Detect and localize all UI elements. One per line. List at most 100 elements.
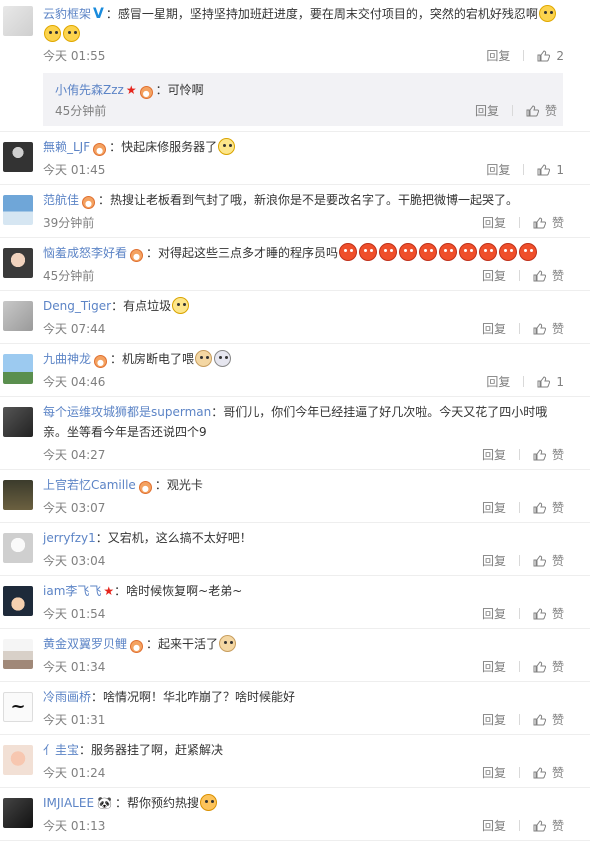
avatar[interactable] xyxy=(3,586,33,616)
username[interactable]: 上官若忆Camille xyxy=(43,478,136,492)
like-count[interactable]: 赞 xyxy=(552,269,564,283)
reply-button[interactable]: 回复 xyxy=(482,269,506,283)
comment-text: 机房断电了喂 xyxy=(122,352,195,366)
thumbs-up-icon[interactable] xyxy=(533,217,546,229)
avatar[interactable] xyxy=(3,798,33,828)
thumbs-up-icon[interactable] xyxy=(533,820,546,832)
avatar[interactable] xyxy=(3,745,33,775)
like-count[interactable]: 赞 xyxy=(552,322,564,336)
avatar[interactable] xyxy=(3,301,33,331)
thumbs-up-icon[interactable] xyxy=(533,502,546,514)
avatar[interactable] xyxy=(3,354,33,384)
username[interactable]: 九曲神龙 xyxy=(43,352,91,366)
thumbs-up-icon[interactable] xyxy=(533,661,546,673)
angry-emoji-icon xyxy=(439,243,458,261)
like-count[interactable]: 赞 xyxy=(552,554,564,568)
reply-button[interactable]: 回复 xyxy=(482,501,506,515)
avatar[interactable] xyxy=(3,142,33,172)
username[interactable]: IMJIALEE xyxy=(43,796,94,810)
avatar[interactable] xyxy=(3,195,33,225)
comment-text: 啥时候恢复啊~老弟~ xyxy=(126,584,243,598)
avatar[interactable] xyxy=(3,639,33,669)
reply-button[interactable]: 回复 xyxy=(482,322,506,336)
thumbs-up-icon[interactable] xyxy=(537,376,551,388)
like-count[interactable]: 赞 xyxy=(552,607,564,621)
avatar[interactable] xyxy=(3,407,33,437)
reply-button[interactable]: 回复 xyxy=(482,216,506,230)
username[interactable]: Deng_Tiger xyxy=(43,299,111,313)
reply-button[interactable]: 回复 xyxy=(482,554,506,568)
angry-emoji-icon xyxy=(359,243,378,261)
angry-emoji-icon xyxy=(519,243,538,261)
like-count[interactable]: 1 xyxy=(556,163,564,177)
username[interactable]: 亻圭宝 xyxy=(43,743,79,757)
comment-item: 每个运维攻城狮都是superman：哥们儿，你们今年已经挂逼了好几次啦。今天又花… xyxy=(0,397,590,470)
comment-time: 今天 03:07 xyxy=(43,501,106,515)
thumbs-up-icon[interactable] xyxy=(526,105,539,117)
comment-time: 39分钟前 xyxy=(43,216,95,230)
avatar[interactable] xyxy=(3,248,33,278)
comment-item: 黄金双翼罗贝鲤 ● ：起来干活了 今天 01:34 回复 赞 xyxy=(0,629,590,682)
username[interactable]: 每个运维攻城狮都是superman xyxy=(43,405,211,419)
like-count[interactable]: 赞 xyxy=(552,216,564,230)
comment-time: 今天 04:27 xyxy=(43,448,106,462)
star-icon: ★ xyxy=(125,83,137,97)
username[interactable]: 恼羞成怒李好看 xyxy=(43,246,127,260)
reply-button[interactable]: 回复 xyxy=(482,766,506,780)
like-count[interactable]: 1 xyxy=(556,375,564,389)
reply-button[interactable]: 回复 xyxy=(486,375,510,389)
username[interactable]: 范航佳 xyxy=(43,193,79,207)
comment-text: 又宕机，这么搞不太好吧！ xyxy=(107,531,252,545)
comment-text: 有点垃圾 xyxy=(123,299,172,313)
username[interactable]: 無赖_LJF xyxy=(43,140,90,154)
comment-time: 今天 01:13 xyxy=(43,819,106,833)
username[interactable]: 小侑先森Zzz xyxy=(55,83,124,97)
reply-button[interactable]: 回复 xyxy=(482,607,506,621)
thumbs-up-icon[interactable] xyxy=(533,323,546,335)
comment-text: 服务器挂了啊，赶紧解决 xyxy=(91,743,224,757)
avatar[interactable] xyxy=(3,533,33,563)
like-count[interactable]: 赞 xyxy=(552,448,564,462)
username[interactable]: 云豹框架 xyxy=(43,7,91,21)
comment-text-line: 冷雨画桥：啥情况啊！华北咋崩了？啥时候能好 xyxy=(43,690,296,704)
thumbs-up-icon[interactable] xyxy=(533,449,546,461)
thumbs-up-icon[interactable] xyxy=(533,608,546,620)
reply-button[interactable]: 回复 xyxy=(482,660,506,674)
star-icon: ★ xyxy=(103,584,115,598)
reply-button[interactable]: 回复 xyxy=(486,163,510,177)
comment-time: 45分钟前 xyxy=(43,269,95,283)
thumbs-up-icon[interactable] xyxy=(533,714,546,726)
thumbs-up-icon[interactable] xyxy=(533,555,546,567)
thumbs-up-icon[interactable] xyxy=(533,767,546,779)
like-count[interactable]: 赞 xyxy=(545,104,557,118)
username[interactable]: 黄金双翼罗贝鲤 xyxy=(43,637,127,651)
like-count[interactable]: 2 xyxy=(556,49,564,63)
angry-emoji-icon xyxy=(379,243,398,261)
like-count[interactable]: 赞 xyxy=(552,501,564,515)
thumbs-up-icon[interactable] xyxy=(533,270,546,282)
reply-button[interactable]: 回复 xyxy=(486,49,510,63)
comment-text-line: 每个运维攻城狮都是superman：哥们儿，你们今年已经挂逼了好几次啦。今天又花… xyxy=(43,405,548,439)
username[interactable]: 冷雨画桥 xyxy=(43,690,91,704)
thumbs-up-icon[interactable] xyxy=(537,50,551,62)
thumbs-up-icon[interactable] xyxy=(537,164,551,176)
reply-button[interactable]: 回复 xyxy=(482,448,506,462)
reply-button[interactable]: 回复 xyxy=(482,713,506,727)
avatar[interactable] xyxy=(3,6,33,36)
angry-emoji-icon xyxy=(479,243,498,261)
username[interactable]: jerryfzy1 xyxy=(43,531,96,545)
like-count[interactable]: 赞 xyxy=(552,819,564,833)
like-count[interactable]: 赞 xyxy=(552,713,564,727)
like-count[interactable]: 赞 xyxy=(552,766,564,780)
comment-time: 今天 03:04 xyxy=(43,554,106,568)
reply-button[interactable]: 回复 xyxy=(475,104,499,118)
level-badge-icon: ● xyxy=(139,86,153,99)
like-count[interactable]: 赞 xyxy=(552,660,564,674)
username[interactable]: iam李飞飞 xyxy=(43,584,101,598)
comment-time: 今天 01:24 xyxy=(43,766,106,780)
level-badge-icon: ● xyxy=(130,249,144,262)
avatar[interactable] xyxy=(3,480,33,510)
avatar[interactable]: ~ xyxy=(3,692,33,722)
comment-item: ~ 冷雨画桥：啥情况啊！华北咋崩了？啥时候能好 今天 01:31 回复 赞 xyxy=(0,682,590,735)
reply-button[interactable]: 回复 xyxy=(482,819,506,833)
